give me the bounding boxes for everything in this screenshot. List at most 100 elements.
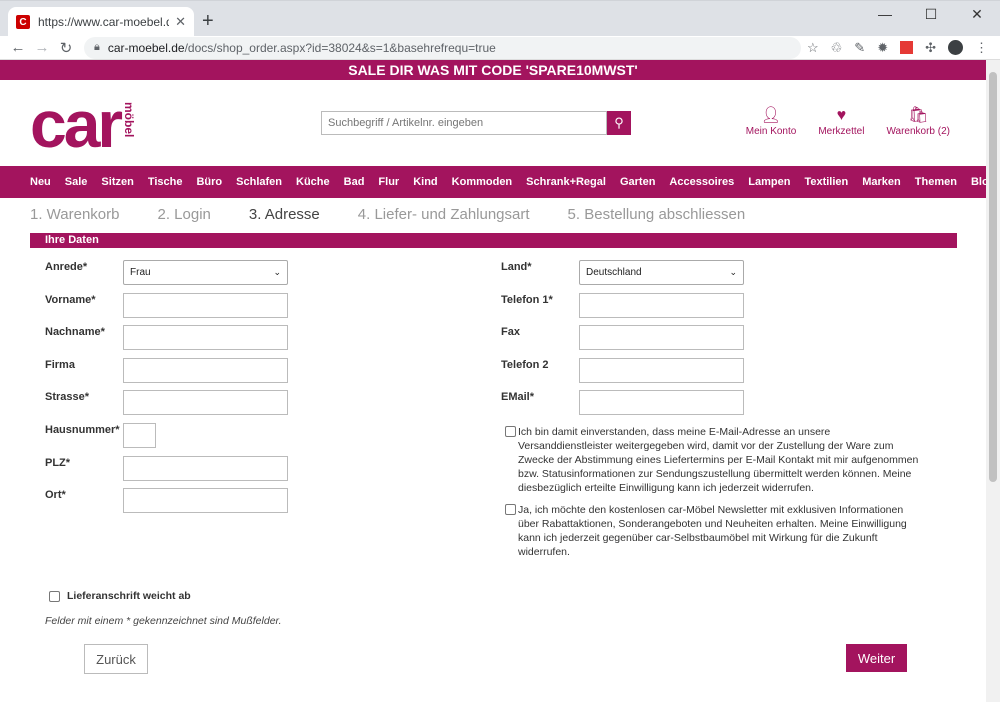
header-link-user[interactable]: 👤︎ Mein Konto xyxy=(746,106,797,137)
nav-item[interactable]: Kind xyxy=(413,176,437,188)
section-title: Ihre Daten xyxy=(30,233,957,248)
nav-item[interactable]: Kommoden xyxy=(452,176,513,188)
select-field[interactable]: Frau ⌄ xyxy=(123,260,288,285)
nav-item[interactable]: Garten xyxy=(620,176,655,188)
pen-extension-icon[interactable]: ✎ xyxy=(854,40,865,56)
red-extension-icon[interactable] xyxy=(900,41,914,54)
reload-icon[interactable]: ↻ xyxy=(54,39,78,57)
browser-tab[interactable]: C https://www.car-moebel.de/docs ✕ xyxy=(8,7,194,37)
nav-item[interactable]: Schlafen xyxy=(236,176,282,188)
bag-icon: 🛍︎ xyxy=(908,107,929,124)
kebab-menu-icon[interactable]: ⋮ xyxy=(975,40,988,56)
consent-newsletter-text: Ja, ich möchte den kostenlosen car-Möbel… xyxy=(518,504,907,558)
field-label: Vorname* xyxy=(45,293,96,306)
gear-extension-icon[interactable]: ✹ xyxy=(877,40,888,56)
form-row: Fax xyxy=(501,325,744,351)
text-input[interactable] xyxy=(579,292,744,318)
site-favicon-icon: C xyxy=(16,15,30,29)
consent-shipping-checkbox[interactable] xyxy=(505,426,516,437)
checkout-step: 5. Bestellung abschliessen xyxy=(567,205,746,223)
logo[interactable]: car möbel xyxy=(30,91,136,157)
form-row: Vorname* xyxy=(45,292,288,318)
form-row: Telefon 2 xyxy=(501,357,744,383)
field-label: Firma xyxy=(45,358,75,371)
checkout-step[interactable]: 1. Warenkorb xyxy=(30,206,119,223)
address-bar[interactable]: 🔒︎ car-moebel.de/docs/shop_order.aspx?id… xyxy=(84,36,801,59)
nav-item[interactable]: Marken xyxy=(862,176,901,188)
nav-item[interactable]: Blog xyxy=(971,176,986,188)
field-label: Telefon 2 xyxy=(501,358,549,371)
chevron-down-icon: ⌄ xyxy=(273,267,281,277)
search-button[interactable]: ⚲ xyxy=(607,111,631,135)
nav-item[interactable]: Tische xyxy=(148,176,183,188)
text-input[interactable] xyxy=(579,390,744,416)
text-input[interactable] xyxy=(123,390,288,416)
select-field[interactable]: Deutschland ⌄ xyxy=(579,260,744,285)
next-button[interactable]: Weiter xyxy=(846,644,907,672)
minimize-icon[interactable]: — xyxy=(862,1,908,27)
form-row: Hausnummer* xyxy=(45,423,156,448)
text-input[interactable] xyxy=(123,455,288,481)
text-input[interactable] xyxy=(579,325,744,351)
checkout-step: 4. Liefer- und Zahlungsart xyxy=(357,205,530,223)
form-row: Strasse* xyxy=(45,390,288,416)
header-link-heart[interactable]: ♥ Merkzettel xyxy=(818,106,864,137)
nav-item[interactable]: Sale xyxy=(65,176,88,188)
nav-item[interactable]: Neu xyxy=(30,176,51,188)
text-input[interactable] xyxy=(123,292,288,318)
close-tab-icon[interactable]: ✕ xyxy=(175,14,186,30)
field-label: EMail* xyxy=(501,391,535,404)
header-link-bag[interactable]: 🛍︎ Warenkorb (2) xyxy=(886,106,950,137)
form-row: Anrede* Frau ⌄ xyxy=(45,260,288,285)
consent-newsletter-checkbox[interactable] xyxy=(505,504,516,515)
scrollbar-thumb[interactable] xyxy=(989,72,997,482)
promo-banner[interactable]: SALE DIR WAS MIT CODE 'SPARE10MWST' xyxy=(0,60,986,80)
browser-toolbar: ← → ↻ 🔒︎ car-moebel.de/docs/shop_order.a… xyxy=(0,36,1000,60)
chevron-down-icon: ⌄ xyxy=(729,267,737,277)
select-value: Frau xyxy=(130,267,151,278)
text-input[interactable] xyxy=(123,423,156,448)
field-label: Hausnummer* xyxy=(45,424,120,436)
search-bar: ⚲ xyxy=(321,111,631,135)
back-arrow-icon[interactable]: ← xyxy=(6,39,30,56)
nav-item[interactable]: Sitzen xyxy=(101,176,133,188)
delivery-address-differs: Lieferanschrift weicht ab xyxy=(49,590,191,602)
text-input[interactable] xyxy=(123,357,288,383)
new-tab-icon[interactable]: + xyxy=(202,10,214,33)
puzzle-extensions-icon[interactable]: ✣ xyxy=(925,40,936,56)
delivery-address-checkbox[interactable] xyxy=(49,590,60,602)
maximize-icon[interactable]: ☐ xyxy=(908,1,954,27)
bookmark-star-icon[interactable]: ☆ xyxy=(807,40,819,56)
consent-newsletter: Ja, ich möchte den kostenlosen car-Möbel… xyxy=(505,503,925,559)
site-header: car möbel ⚲ 👤︎ Mein Konto ♥ Merkzettel 🛍︎ War… xyxy=(0,80,986,166)
nav-item[interactable]: Accessoires xyxy=(669,176,734,188)
window-close-icon[interactable]: ✕ xyxy=(954,1,1000,27)
form-row: Telefon 1* xyxy=(501,292,744,318)
profile-avatar-icon[interactable] xyxy=(948,40,963,55)
checkout-step[interactable]: 2. Login xyxy=(157,206,210,223)
web-page: SALE DIR WAS MIT CODE 'SPARE10MWST' car … xyxy=(0,60,986,702)
search-input[interactable] xyxy=(321,111,607,135)
consent-shipping-text: Ich bin damit einverstanden, dass meine … xyxy=(518,426,919,494)
text-input[interactable] xyxy=(123,325,288,351)
forward-arrow-icon[interactable]: → xyxy=(30,39,54,56)
nav-item[interactable]: Schrank+Regal xyxy=(526,176,606,188)
text-input[interactable] xyxy=(579,357,744,383)
lock-icon[interactable]: 🔒︎ xyxy=(94,41,100,54)
select-value: Deutschland xyxy=(586,267,642,278)
nav-item[interactable]: Textilien xyxy=(804,176,848,188)
field-label: Ort* xyxy=(45,489,66,502)
nav-item[interactable]: Lampen xyxy=(748,176,790,188)
field-label: Land* xyxy=(501,261,532,273)
recycle-extension-icon[interactable]: ♲ xyxy=(831,40,843,56)
nav-item[interactable]: Themen xyxy=(915,176,957,188)
nav-item[interactable]: Bad xyxy=(344,176,365,188)
back-button[interactable]: Zurück xyxy=(84,644,148,674)
page-scrollbar[interactable] xyxy=(986,60,1000,702)
form-row: Nachname* xyxy=(45,325,288,351)
text-input[interactable] xyxy=(123,488,288,514)
user-icon: 👤︎ xyxy=(760,107,782,124)
nav-item[interactable]: Flur xyxy=(378,176,399,188)
nav-item[interactable]: Küche xyxy=(296,176,330,188)
nav-item[interactable]: Büro xyxy=(196,176,222,188)
